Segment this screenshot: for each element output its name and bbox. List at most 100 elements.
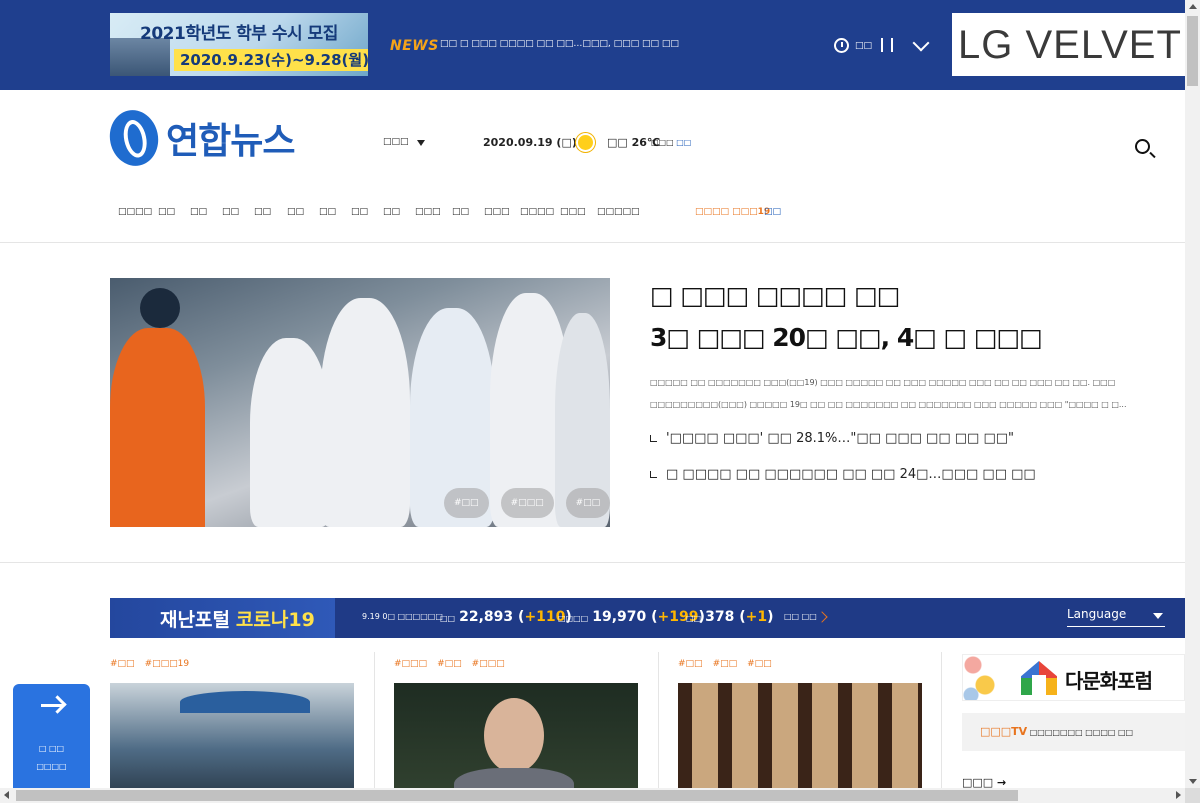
article-tag[interactable]: #□□	[678, 659, 703, 669]
vertical-scroll-thumb[interactable]	[1187, 16, 1198, 86]
hero-tag[interactable]: #□□	[565, 488, 610, 518]
nav-item[interactable]: □□□	[484, 207, 510, 217]
covid19-status-bar: 재난포털 코로나19 9.19 0□ □□□□□□ □□ 22,893 (+110…	[110, 598, 1185, 638]
article-tags: #□□ #□□ #□□	[678, 659, 772, 669]
article-tag[interactable]: #□□	[437, 659, 462, 669]
related-article-link[interactable]: □ □□□□ □□ □□□□□□ □□ □□ 24□…□□□ □□ □□	[650, 467, 1036, 482]
brand-main: 재난포털	[160, 608, 230, 631]
scroll-left-icon[interactable]	[4, 791, 9, 799]
horizontal-scrollbar[interactable]	[0, 788, 1185, 803]
scroll-right-icon[interactable]	[1176, 791, 1181, 799]
house-logo-icon	[1021, 661, 1057, 695]
column-divider	[374, 652, 375, 803]
news-label: NEWS	[390, 38, 439, 54]
lg-velvet-ad[interactable]: LG VELVET	[952, 13, 1185, 76]
tv-brand: □□□TV	[980, 725, 1028, 738]
article-thumbnail[interactable]	[394, 683, 638, 793]
photo-firefighter	[110, 288, 205, 527]
nav-item[interactable]: □□□□□	[597, 207, 640, 217]
nav-item[interactable]: □□	[383, 207, 400, 217]
ad-line-2: 2020.9.23(수)~9.28(월)	[174, 49, 368, 71]
article-tag[interactable]: #□□	[713, 659, 738, 669]
article-tag[interactable]: #□□□	[394, 659, 427, 669]
logo-text: 연합뉴스	[166, 121, 295, 162]
nav-item[interactable]: □□□	[560, 207, 586, 217]
section-divider	[0, 562, 1185, 563]
sun-icon	[578, 135, 593, 150]
scroll-up-icon[interactable]	[1189, 4, 1197, 9]
article-tags: #□□ #□□□19	[110, 659, 189, 669]
article-tag[interactable]: #□□	[110, 659, 135, 669]
air-value: □□	[676, 138, 692, 147]
language-dropdown[interactable]: Language	[1067, 607, 1165, 627]
stat-label: □□□□	[558, 614, 589, 623]
hero-tag[interactable]: #□□	[444, 488, 489, 518]
floating-shortcut-button[interactable]: □ □□ □□□□	[13, 684, 90, 794]
hero-tag[interactable]: #□□□	[500, 488, 554, 518]
news-ticker-clock[interactable]: □□	[834, 38, 872, 53]
nav-item[interactable]: □□	[351, 207, 368, 217]
site-logo[interactable]: 연합뉴스	[104, 105, 295, 171]
vertical-scrollbar[interactable]	[1185, 0, 1200, 788]
hero-summary[interactable]: □□□□□ □□ □□□□□□□ □□□(□□19) □□□ □□□□□ □□ …	[650, 372, 1185, 416]
horizontal-scroll-thumb[interactable]	[16, 790, 1018, 801]
nav-divider	[0, 242, 1185, 243]
nav-item[interactable]: □□□□	[520, 207, 554, 217]
article-tag[interactable]: #□□□	[472, 659, 505, 669]
scrollbar-corner	[1185, 788, 1200, 803]
stat-label: □□	[686, 614, 702, 623]
nav-item[interactable]: □□	[190, 207, 207, 217]
search-icon[interactable]	[1135, 139, 1150, 154]
covid-more-link[interactable]: □□ □□	[784, 612, 817, 621]
stat-value: 22,893	[459, 609, 514, 625]
covid-timestamp: 9.19 0□ □□□□□□	[362, 612, 443, 621]
stat-value: 19,970	[592, 609, 647, 625]
hero-headline-line2: 3□ □□□ 20□ □□, 4□ □ □□□	[650, 323, 1043, 352]
stat-value: 378	[705, 609, 735, 625]
breaking-news-headline[interactable]: □□ □ □□□ □□□□ □□ □□…□□□, □□□ □□ □□	[440, 39, 820, 49]
photo-figure	[250, 338, 330, 527]
article-tag[interactable]: #□□	[747, 659, 772, 669]
stat-deaths: □□ 378 (+1)	[686, 609, 774, 625]
chevron-down-icon[interactable]	[912, 34, 930, 52]
nav-item[interactable]: □□	[222, 207, 239, 217]
article-thumbnail[interactable]	[678, 683, 922, 793]
nav-item[interactable]: □□	[158, 207, 175, 217]
nav-item[interactable]: □□□□	[118, 207, 152, 217]
yonhap-logo-icon	[104, 105, 164, 171]
disaster-portal-brand[interactable]: 재난포털 코로나19	[110, 598, 335, 638]
language-select[interactable]: □□□	[383, 137, 433, 147]
chevron-right-icon[interactable]	[816, 611, 828, 623]
column-divider	[658, 652, 659, 803]
multicultural-forum-ad[interactable]: 다문화포럼	[962, 654, 1185, 701]
tv-text: □□□□□□□ □□□□ □□	[1029, 728, 1134, 737]
nav-item[interactable]: □□	[452, 207, 469, 217]
university-ad-banner[interactable]: 2021학년도 학부 수시 모집 2020.9.23(수)~9.28(월)	[110, 13, 368, 76]
ad-line-1: 2021학년도 학부 수시 모집	[140, 24, 338, 44]
stat-delta: +1	[745, 609, 768, 625]
scroll-down-icon[interactable]	[1189, 779, 1197, 784]
floating-button-line2: □□□□	[36, 762, 67, 771]
hero-headline-line1: □ □□□ □□□□ □□	[650, 281, 900, 310]
forum-ad-text: 다문화포럼	[1065, 669, 1153, 693]
nav-item[interactable]: □□	[254, 207, 271, 217]
brand-accent: 코로나19	[235, 608, 315, 631]
nav-item[interactable]: □□□	[415, 207, 441, 217]
clock-icon	[834, 38, 849, 53]
article-thumbnail[interactable]	[110, 683, 354, 793]
nav-item-extra[interactable]: □□	[764, 207, 781, 217]
nav-item[interactable]: □□	[319, 207, 336, 217]
yonhap-tv-box[interactable]: □□□TV □□□□□□□ □□□□ □□	[962, 713, 1185, 751]
air-quality: □□□ □□	[651, 138, 691, 147]
floating-button-line1: □ □□	[38, 744, 65, 753]
photo-figure	[320, 298, 410, 527]
air-label: □□□	[651, 138, 674, 147]
pause-icon[interactable]	[881, 38, 893, 52]
hero-headline[interactable]: □ □□□ □□□□ □□ 3□ □□□ 20□ □□, 4□ □ □□□	[650, 275, 1043, 359]
nav-item-corona19[interactable]: □□□□ □□□19	[695, 207, 770, 217]
lg-ad-text: LG VELVET	[958, 23, 1182, 67]
hero-photo[interactable]: #□□ #□□□ #□□	[110, 278, 610, 527]
related-article-link[interactable]: '□□□□ □□□' □□ 28.1%…"□□ □□□ □□ □□ □□"	[650, 431, 1014, 446]
nav-item[interactable]: □□	[287, 207, 304, 217]
article-tag[interactable]: #□□□19	[145, 659, 190, 669]
